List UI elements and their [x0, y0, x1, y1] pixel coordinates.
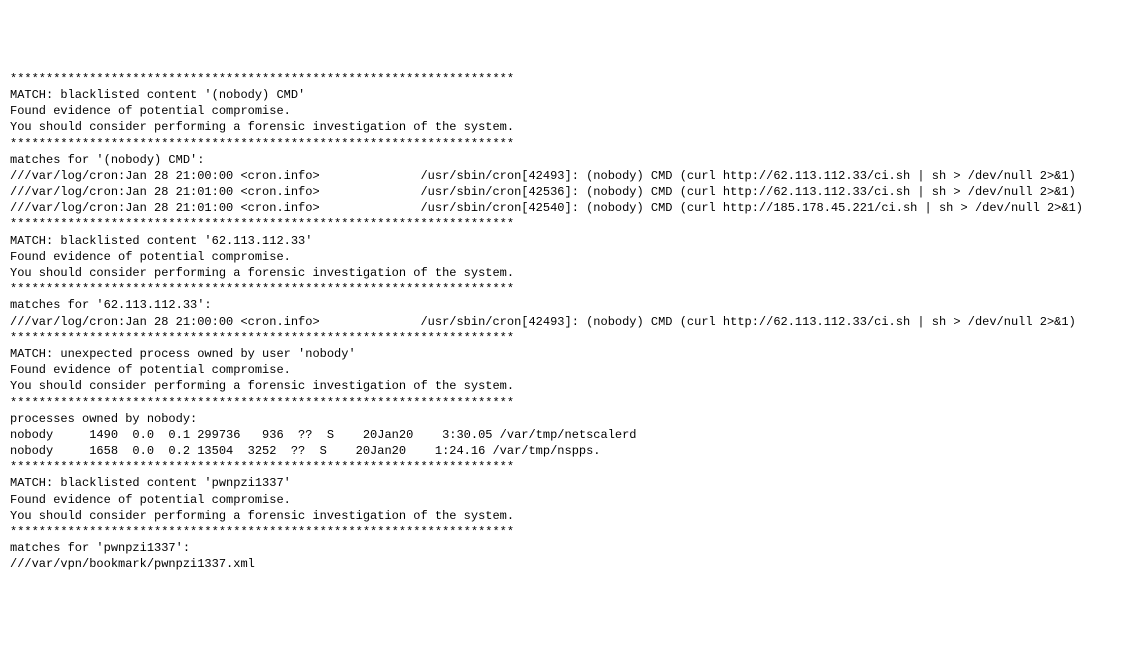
terminal-output: ****************************************… — [10, 71, 1124, 573]
separator-line: ****************************************… — [10, 216, 1124, 232]
advice-line: You should consider performing a forensi… — [10, 508, 1124, 524]
evidence-line: Found evidence of potential compromise. — [10, 249, 1124, 265]
match-header: MATCH: unexpected process owned by user … — [10, 346, 1124, 362]
detail-line: nobody 1490 0.0 0.1 299736 936 ?? S 20Ja… — [10, 427, 1124, 443]
detail-line: ///var/log/cron:Jan 28 21:00:00 <cron.in… — [10, 314, 1124, 330]
separator-line: ****************************************… — [10, 281, 1124, 297]
separator-line: ****************************************… — [10, 395, 1124, 411]
match-header: MATCH: blacklisted content 'pwnpzi1337' — [10, 475, 1124, 491]
matches-subheader: matches for '62.113.112.33': — [10, 297, 1124, 313]
advice-line: You should consider performing a forensi… — [10, 119, 1124, 135]
matches-subheader: processes owned by nobody: — [10, 411, 1124, 427]
separator-line: ****************************************… — [10, 71, 1124, 87]
detail-line: ///var/log/cron:Jan 28 21:00:00 <cron.in… — [10, 168, 1124, 184]
detail-line: nobody 1658 0.0 0.2 13504 3252 ?? S 20Ja… — [10, 443, 1124, 459]
evidence-line: Found evidence of potential compromise. — [10, 362, 1124, 378]
matches-subheader: matches for '(nobody) CMD': — [10, 152, 1124, 168]
detail-line: ///var/log/cron:Jan 28 21:01:00 <cron.in… — [10, 184, 1124, 200]
detail-line: ///var/log/cron:Jan 28 21:01:00 <cron.in… — [10, 200, 1124, 216]
match-header: MATCH: blacklisted content '62.113.112.3… — [10, 233, 1124, 249]
matches-subheader: matches for 'pwnpzi1337': — [10, 540, 1124, 556]
separator-line: ****************************************… — [10, 136, 1124, 152]
detail-line: ///var/vpn/bookmark/pwnpzi1337.xml — [10, 556, 1124, 572]
advice-line: You should consider performing a forensi… — [10, 378, 1124, 394]
separator-line: ****************************************… — [10, 524, 1124, 540]
evidence-line: Found evidence of potential compromise. — [10, 103, 1124, 119]
evidence-line: Found evidence of potential compromise. — [10, 492, 1124, 508]
separator-line: ****************************************… — [10, 459, 1124, 475]
separator-line: ****************************************… — [10, 330, 1124, 346]
advice-line: You should consider performing a forensi… — [10, 265, 1124, 281]
match-header: MATCH: blacklisted content '(nobody) CMD… — [10, 87, 1124, 103]
